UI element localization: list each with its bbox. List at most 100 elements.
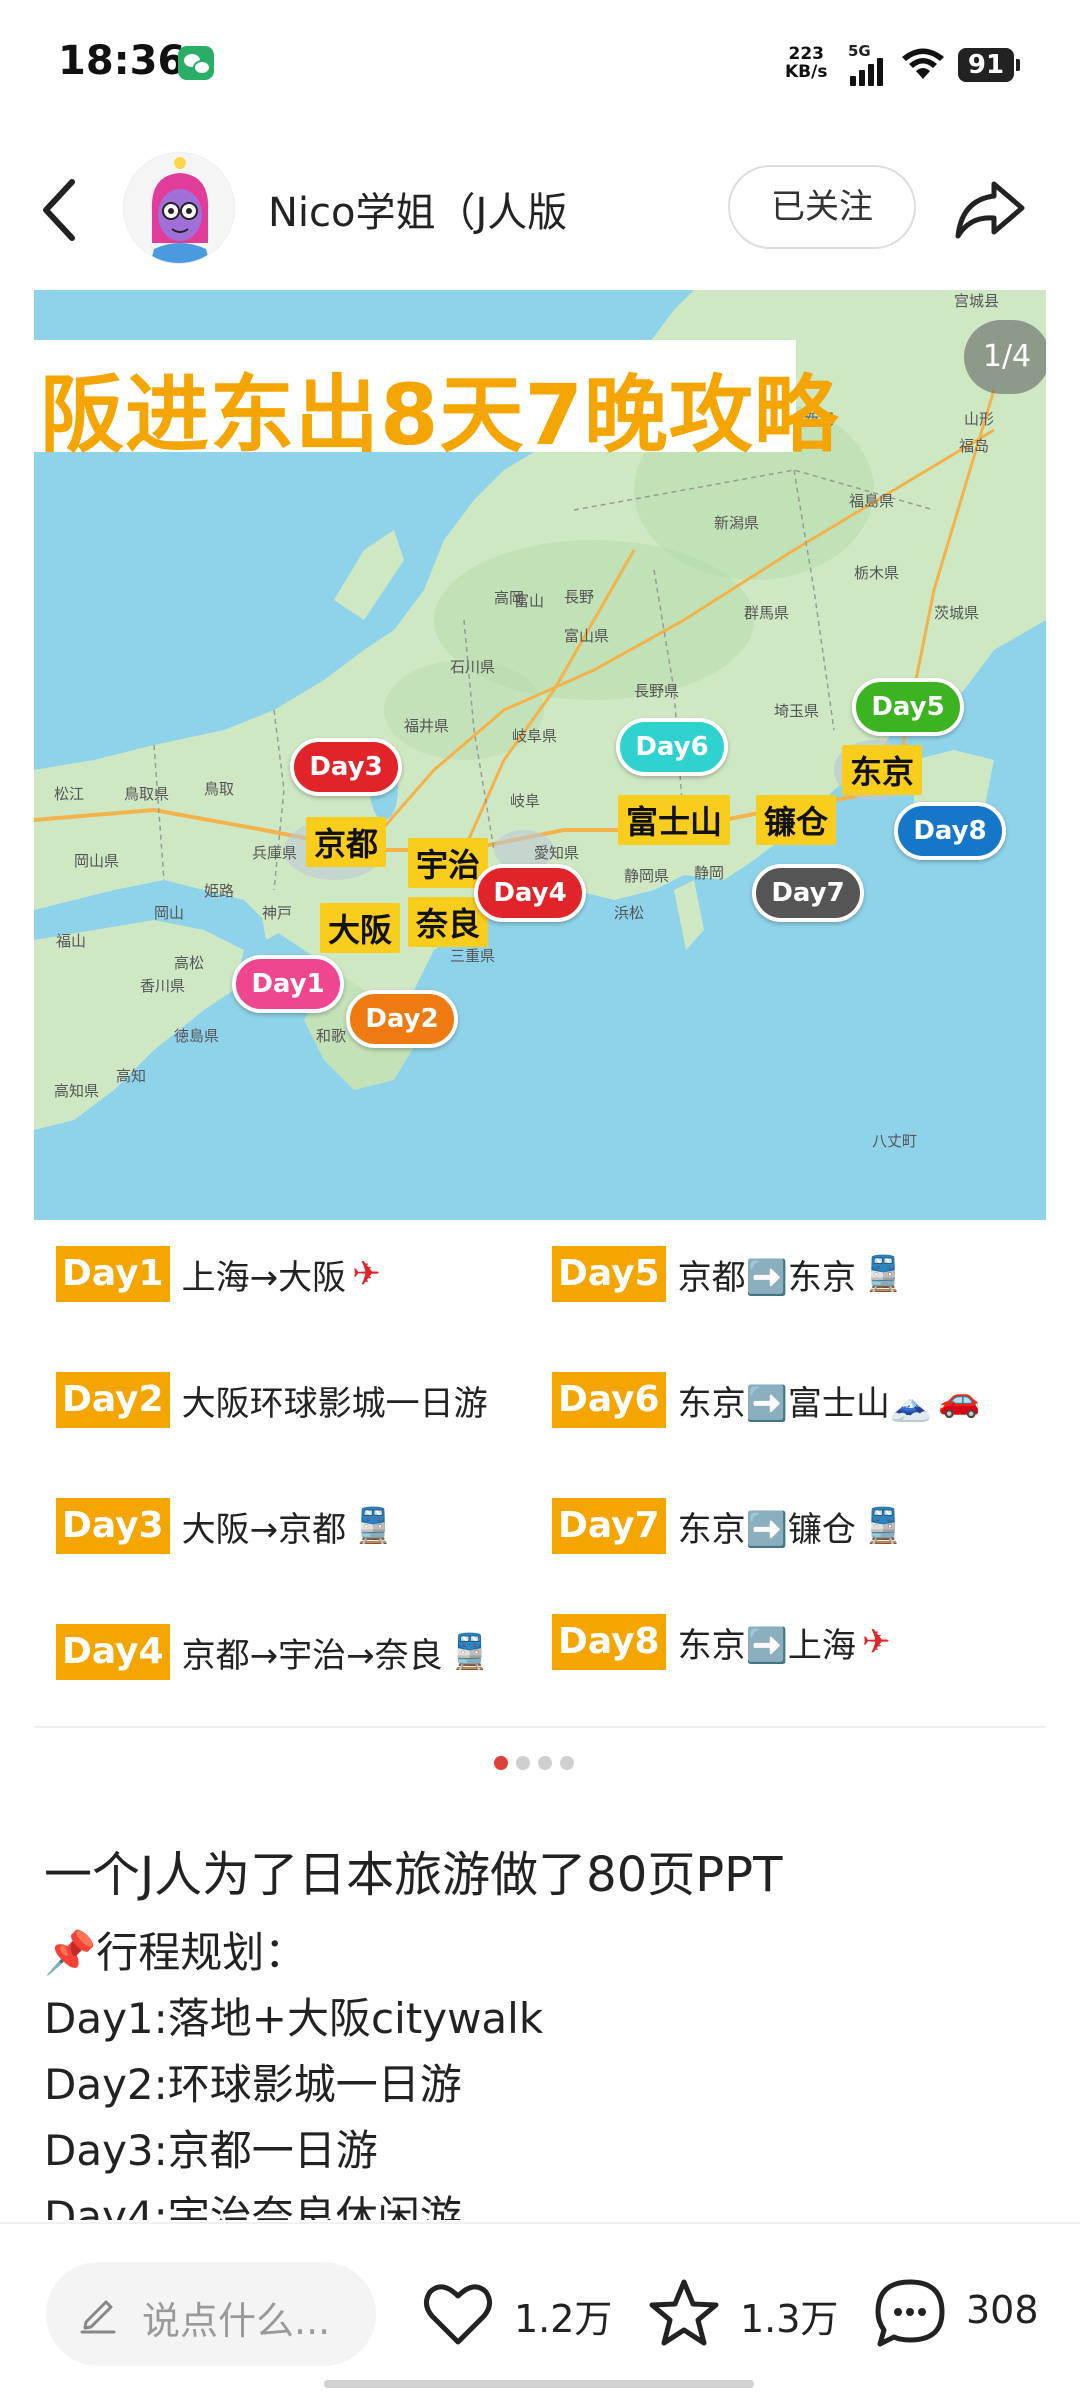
map-place-label: 松江	[54, 785, 85, 803]
content-divider	[34, 1726, 1046, 1728]
map-place-label: 長野県	[634, 682, 680, 700]
map-place-label: 和歌	[316, 1027, 347, 1045]
day2-marker: Day2	[346, 990, 458, 1048]
comment-placeholder: 说点什么...	[142, 2299, 331, 2343]
status-time: 18:36	[58, 38, 186, 84]
status-bar: 18:36 223 KB/s 5G 91	[0, 0, 1080, 130]
map-place-label: 徳島県	[174, 1027, 220, 1045]
like-count: 1.2万	[514, 2297, 613, 2341]
post-line: 📌行程规划：	[44, 1928, 307, 1977]
map-place-label: 八丈町	[872, 1132, 918, 1150]
network-speed-unit: KB/s	[785, 62, 828, 82]
city-label-osaka: 大阪	[320, 903, 401, 953]
map-place-label: 浜松	[614, 904, 645, 922]
map-place-label: 山形	[964, 410, 995, 428]
itinerary-item-day6: Day6 东京➡️富士山🗻 🚗	[552, 1372, 981, 1432]
itinerary-item-day4: Day4 京都→宇治→奈良 🚆	[56, 1624, 491, 1684]
post-image-carousel[interactable]: 宫城县 新潟 福岛 山形 福島県 新潟県 栃木県 富山 高岡 長野 富山県 群馬…	[34, 290, 1046, 1220]
map-place-label: 兵庫県	[252, 844, 298, 862]
itinerary-item-day8: Day8 东京➡️上海 ✈	[552, 1614, 890, 1674]
itinerary-item-day2: Day2 大阪环球影城一日游	[56, 1372, 488, 1432]
itinerary-text: 东京➡️富士山🗻	[677, 1383, 933, 1424]
post-body: 📌行程规划： Day1:落地+大阪citywalk Day2:环球影城一日游 D…	[44, 1920, 1044, 2220]
signal-bar-icon	[877, 58, 883, 86]
author-avatar[interactable]	[123, 152, 235, 264]
chat-bubble-icon	[875, 2279, 945, 2347]
collect-button[interactable]: 1.3万	[644, 2274, 844, 2354]
back-arrow-icon[interactable]	[32, 170, 92, 250]
post-line: Day1:落地+大阪citywalk	[44, 1994, 544, 2043]
network-speed: 223 KB/s	[785, 45, 827, 81]
itinerary-day-badge: Day1	[56, 1246, 170, 1302]
post-line: Day3:京都一日游	[44, 2126, 378, 2175]
city-label-kyoto: 京都	[306, 817, 387, 867]
day3-marker: Day3	[290, 738, 402, 796]
car-icon: 🚗	[938, 1380, 981, 1420]
map-place-label: 福岛	[959, 437, 990, 455]
train-icon: 🚆	[861, 1254, 905, 1294]
signal-bar-icon	[850, 76, 856, 86]
train-icon: 🚆	[448, 1632, 491, 1672]
share-icon[interactable]	[950, 170, 1030, 250]
airplane-icon: ✈	[352, 1254, 381, 1294]
carousel-dot[interactable]	[560, 1756, 574, 1770]
map-place-label: 神戸	[262, 904, 293, 922]
carousel-dot[interactable]	[538, 1756, 552, 1770]
comment-input[interactable]: 说点什么...	[46, 2262, 376, 2366]
itinerary-day-badge: Day3	[56, 1498, 170, 1554]
carousel-dot[interactable]	[516, 1756, 530, 1770]
home-indicator[interactable]	[324, 2380, 754, 2388]
map-place-label: 鳥取	[204, 780, 235, 798]
map-place-label: 茨城県	[934, 604, 980, 622]
map-place-label: 鳥取県	[124, 785, 170, 803]
itinerary-text: 大阪→京都	[181, 1509, 347, 1550]
map-place-label: 群馬県	[744, 604, 790, 622]
pencil-icon	[80, 2300, 116, 2334]
itinerary-text: 东京➡️上海	[677, 1625, 856, 1666]
image-title: 阪进东出8天7晚攻略	[40, 366, 839, 464]
map-place-label: 岡山	[154, 904, 185, 922]
map-place-label: 長野	[564, 588, 595, 606]
map-place-label: 新潟県	[714, 514, 760, 532]
itinerary-list: Day1 上海→大阪 ✈ Day2 大阪环球影城一日游 Day3 大阪→京都 🚆 Day4…	[34, 1220, 1046, 1720]
follow-button[interactable]: 已关注	[728, 165, 916, 249]
map-place-label: 高松	[174, 954, 205, 972]
map-place-label: 高岡	[494, 589, 525, 607]
map-place-label: 岐阜	[510, 792, 541, 810]
itinerary-text: 京都➡️东京	[677, 1257, 856, 1298]
city-label-kamakura: 镰仓	[756, 795, 837, 845]
image-page-indicator: 1/4	[964, 320, 1046, 394]
post-line: Day4:宇治奈良休闲游	[44, 2192, 462, 2220]
map-place-label: 香川県	[140, 977, 186, 995]
train-icon: 🚆	[352, 1506, 395, 1546]
wifi-icon	[902, 48, 944, 79]
battery-icon: 91	[958, 48, 1020, 82]
day1-marker: Day1	[232, 955, 344, 1013]
map-place-label: 福井県	[404, 717, 450, 735]
map-place-label: 高知	[116, 1067, 147, 1085]
itinerary-day-badge: Day6	[552, 1372, 666, 1428]
itinerary-text: 大阪环球影城一日游	[181, 1383, 488, 1424]
itinerary-item-day7: Day7 东京➡️镰仓 🚆	[552, 1498, 904, 1558]
comment-button[interactable]: 308	[870, 2274, 1070, 2354]
bottom-action-bar: 说点什么... 1.2万 1.3万 308	[0, 2222, 1080, 2400]
star-icon	[649, 2279, 719, 2346]
collect-count: 1.3万	[740, 2297, 839, 2341]
map-place-label: 福山	[56, 932, 87, 950]
like-button[interactable]: 1.2万	[418, 2274, 618, 2354]
map-place-label: 姫路	[204, 882, 235, 900]
day5-marker: Day5	[852, 678, 964, 736]
map-place-label: 石川県	[450, 658, 496, 676]
carousel-dot-active[interactable]	[494, 1756, 508, 1770]
map-place-label: 三重県	[450, 947, 496, 965]
itinerary-text: 京都→宇治→奈良	[181, 1635, 443, 1676]
cellular-signal-icon: 5G	[848, 42, 888, 86]
itinerary-day-badge: Day8	[552, 1614, 666, 1670]
day8-marker: Day8	[894, 802, 1006, 860]
day6-marker: Day6	[616, 718, 728, 776]
carousel-dots	[494, 1756, 594, 1772]
itinerary-text: 东京➡️镰仓	[677, 1509, 856, 1550]
city-label-fuji: 富士山	[618, 795, 731, 845]
author-name[interactable]: Nico学姐（J人版	[268, 180, 567, 238]
train-icon: 🚆	[861, 1506, 905, 1546]
